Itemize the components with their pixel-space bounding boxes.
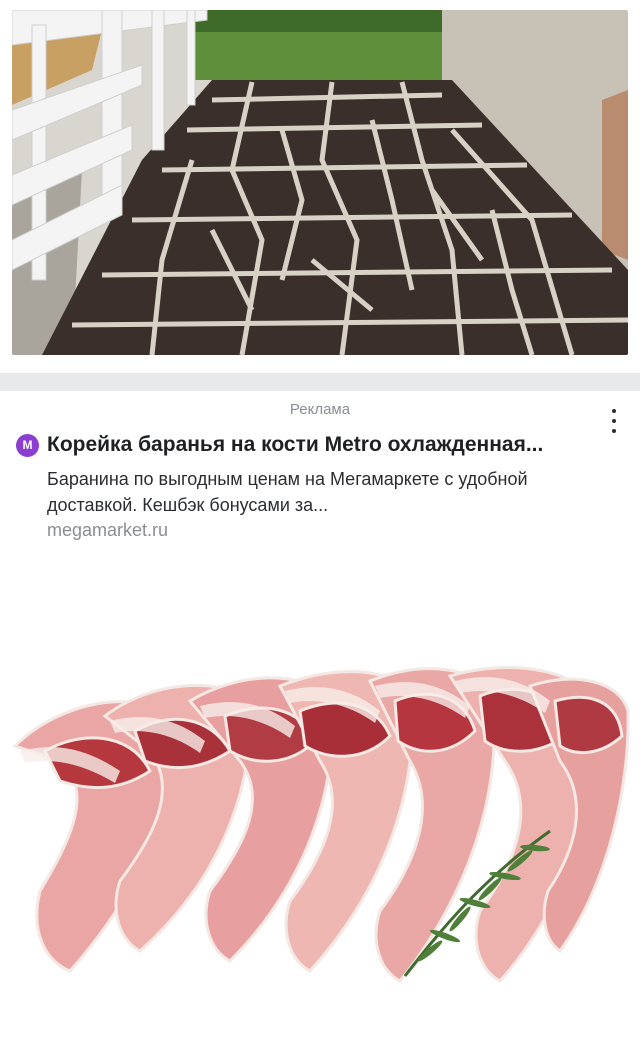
ad-domain-link[interactable]: megamarket.ru xyxy=(47,520,168,541)
more-dot xyxy=(612,409,616,413)
lamb-chops-product-image[interactable] xyxy=(0,551,640,1064)
porch-stone-floor-photo[interactable] xyxy=(12,10,628,355)
ad-description: Баранина по выгодным ценам на Мегамаркет… xyxy=(47,469,528,515)
ad-title[interactable]: Корейка баранья на кости Metro охлажденн… xyxy=(47,432,607,458)
megamarket-logo-icon: M xyxy=(16,434,39,457)
more-dot xyxy=(612,419,616,423)
lamb-chops-graphic xyxy=(0,551,640,1064)
ad-card[interactable]: Реклама M Корейка баранья на кости Metro… xyxy=(0,391,640,1064)
feed-divider xyxy=(0,373,640,391)
ad-label: Реклама xyxy=(289,401,351,418)
porch-photo-graphic xyxy=(12,10,628,355)
more-dot xyxy=(612,429,616,433)
